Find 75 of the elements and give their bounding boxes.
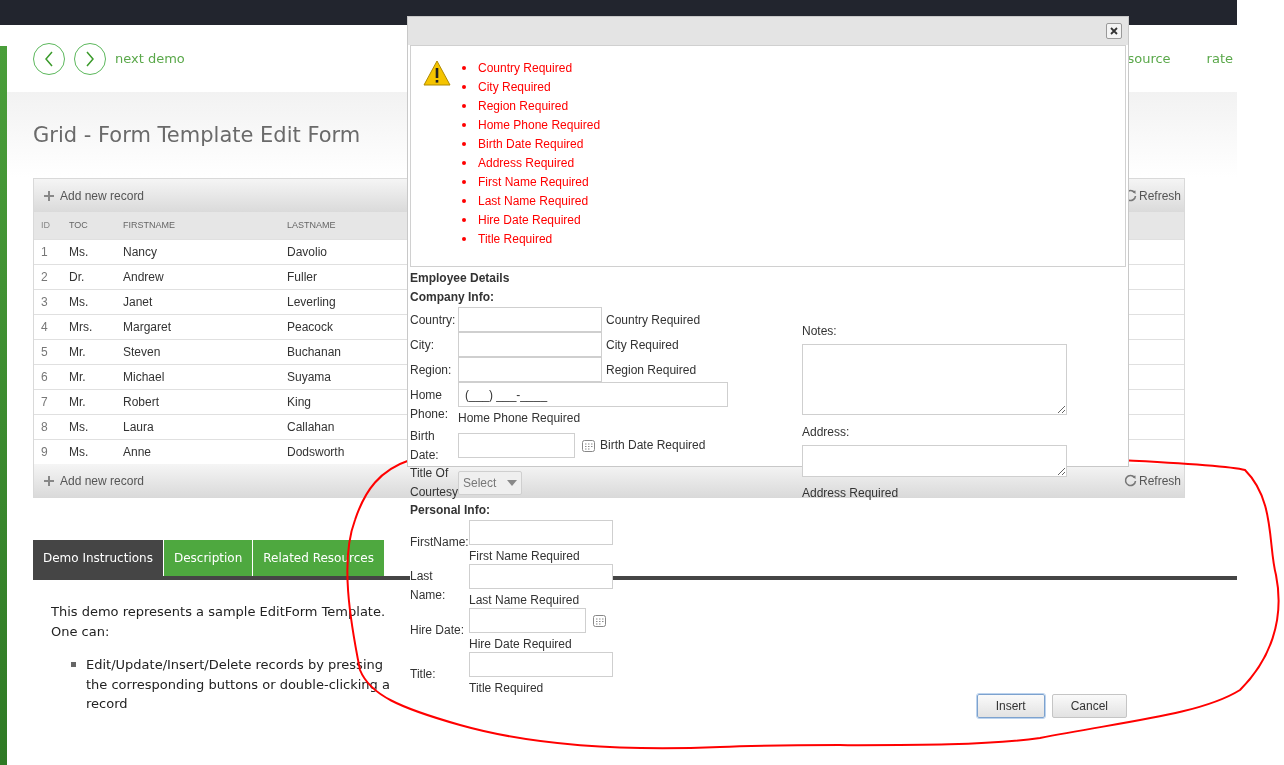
- table-cell-text: Suyama: [287, 369, 333, 386]
- error-message: City Required: [478, 78, 551, 96]
- table-cell-text: 1: [41, 244, 49, 261]
- validation-message: Address Required: [802, 485, 900, 502]
- table-cell-text: King: [287, 394, 313, 411]
- error-message: Home Phone Required: [478, 116, 601, 134]
- add-new-record-link[interactable]: Add new record: [44, 186, 145, 205]
- table-cell-text: Mrs.: [69, 319, 94, 336]
- error-message: Birth Date Required: [478, 135, 584, 153]
- table-cell-text: 8: [41, 419, 49, 436]
- table-cell-text: Robert: [123, 394, 161, 411]
- field-label: Notes:: [802, 323, 838, 340]
- error-message: Hire Date Required: [478, 211, 581, 229]
- table-cell-text: Ms.: [69, 419, 90, 436]
- table-cell-text: Ms.: [69, 294, 90, 311]
- table-cell-text: Nancy: [123, 244, 158, 261]
- table-cell-text: Janet: [123, 294, 154, 311]
- add-new-record-link[interactable]: Add new record: [44, 471, 145, 490]
- field-label: Home Phone:: [410, 387, 450, 423]
- column-header: ID: [41, 218, 51, 232]
- table-cell-text: Ms.: [69, 444, 90, 461]
- table-cell-text: Steven: [123, 344, 162, 361]
- refresh-link[interactable]: Refresh: [1123, 471, 1181, 490]
- section-heading: Personal Info:: [410, 502, 491, 519]
- field-label: City:: [410, 336, 435, 354]
- column-header: LASTNAME: [287, 218, 337, 232]
- table-cell-text: 4: [41, 319, 49, 336]
- table-cell-text: Anne: [123, 444, 153, 461]
- table-cell-text: 9: [41, 444, 49, 461]
- dialog-button[interactable]: Insert: [976, 694, 1045, 718]
- table-cell-text: 5: [41, 344, 49, 361]
- table-cell-text: 2: [41, 269, 49, 286]
- table-cell-text: Peacock: [287, 319, 335, 336]
- table-cell-text: Leverling: [287, 294, 337, 311]
- error-message: Region Required: [478, 97, 569, 115]
- field-label: Region:: [410, 361, 453, 379]
- table-cell-text: Mr.: [69, 394, 87, 411]
- input-field[interactable]: (___) ___-____: [458, 382, 728, 407]
- select-dropdown[interactable]: Select: [458, 471, 522, 495]
- validation-message: City Required: [606, 336, 679, 354]
- table-cell-text: Michael: [123, 369, 166, 386]
- error-message: Last Name Required: [478, 192, 589, 210]
- field-label: Country:: [410, 311, 457, 329]
- table-cell-text: Davolio: [287, 244, 329, 261]
- validation-message: Home Phone Required: [458, 410, 582, 427]
- validation-message: Country Required: [606, 311, 701, 329]
- table-cell-text: Mr.: [69, 344, 87, 361]
- section-heading: Company Info:: [410, 289, 495, 306]
- error-message: Title Required: [478, 230, 553, 248]
- table-cell-text: Margaret: [123, 319, 173, 336]
- page-title: Grid - Form Template Edit Form: [33, 121, 361, 149]
- field-label: Title Of Courtesy: [410, 465, 458, 501]
- table-cell-text: Andrew: [123, 269, 165, 286]
- table-cell-text: Buchanan: [287, 344, 343, 361]
- table-cell-text: Dr.: [69, 269, 86, 286]
- error-message: Address Required: [478, 154, 575, 172]
- refresh-link[interactable]: Refresh: [1123, 186, 1181, 205]
- dialog-button[interactable]: Cancel: [1051, 694, 1127, 718]
- column-header: FIRSTNAME: [123, 218, 176, 232]
- error-message: First Name Required: [478, 173, 589, 191]
- error-message: Country Required: [478, 59, 573, 77]
- table-cell-text: Ms.: [69, 244, 90, 261]
- field-label: Address:: [802, 424, 851, 441]
- table-cell-text: Callahan: [287, 419, 336, 436]
- table-cell-text: Laura: [123, 419, 155, 436]
- table-cell-text: 7: [41, 394, 49, 411]
- table-cell-text: 6: [41, 369, 49, 386]
- form-title: Employee Details: [410, 270, 511, 287]
- column-header: TOC: [69, 218, 89, 232]
- validation-message: Region Required: [606, 361, 697, 379]
- table-cell-text: Mr.: [69, 369, 87, 386]
- tab[interactable]: Demo Instructions: [33, 540, 163, 576]
- table-cell-text: 3: [41, 294, 49, 311]
- table-cell-text: Dodsworth: [287, 444, 346, 461]
- table-cell-text: Fuller: [287, 269, 318, 286]
